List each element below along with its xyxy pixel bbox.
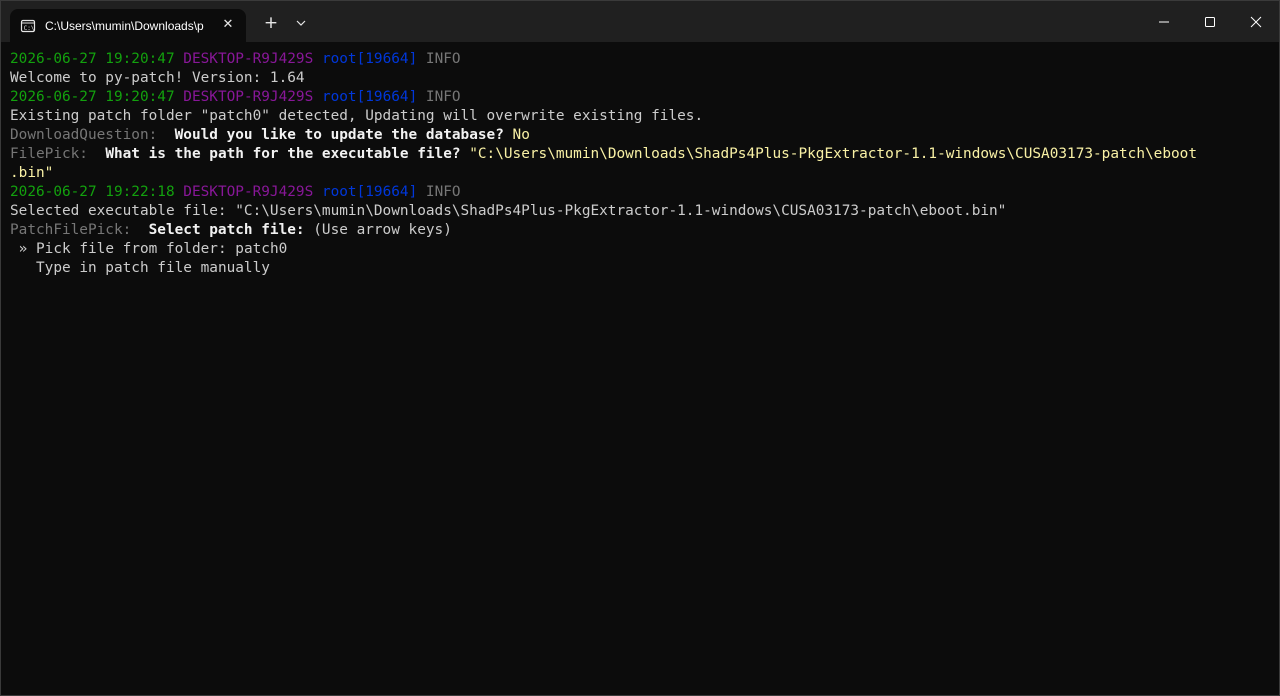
log-date: 2026-06-27 19:20:47 [10, 89, 175, 105]
log-level: INFO [425, 184, 461, 200]
prompt-name: DownloadQuestion: [10, 127, 158, 143]
terminal-icon: C:\ [20, 19, 36, 32]
log-date: 2026-06-27 19:22:18 [10, 184, 175, 200]
log-process: root[19664] [321, 89, 418, 105]
log-host: DESKTOP-R9J429S [183, 184, 314, 200]
minimize-icon [1159, 21, 1169, 22]
prompt-answer: "C:\Users\mumin\Downloads\ShadPs4Plus-Pk… [469, 146, 1197, 162]
chevron-down-icon[interactable] [292, 14, 310, 32]
log-host: DESKTOP-R9J429S [183, 51, 314, 67]
log-header-line: 2026-06-27 19:20:47 DESKTOP-R9J429S root… [10, 88, 1272, 107]
log-level: INFO [425, 89, 461, 105]
minimize-button[interactable] [1141, 1, 1187, 42]
terminal-output[interactable]: 2026-06-27 19:20:47 DESKTOP-R9J429S root… [10, 50, 1272, 278]
patch-file-pick-line: PatchFilePick: Select patch file: (Use a… [10, 221, 1272, 240]
prompt-question: Would you like to update the database? [174, 127, 504, 143]
prompt-name: FilePick: [10, 146, 88, 162]
existing-folder-line: Existing patch folder "patch0" detected,… [10, 108, 704, 124]
filepick-answer-wrap: .bin" [10, 165, 54, 181]
tab-title: C:\Users\mumin\Downloads\p [45, 18, 204, 33]
new-tab-button[interactable]: + [261, 13, 281, 33]
log-header-line: 2026-06-27 19:22:18 DESKTOP-R9J429S root… [10, 183, 1272, 202]
download-question-line: DownloadQuestion: Would you like to upda… [10, 126, 1272, 145]
selection-marker: » [18, 241, 28, 257]
filepick-line: FilePick: What is the path for the execu… [10, 145, 1272, 164]
tab-terminal[interactable]: C:\ C:\Users\mumin\Downloads\p ✕ [10, 9, 246, 42]
menu-option-pick-folder[interactable]: » Pick file from folder: patch0 [10, 240, 1272, 259]
welcome-line: Welcome to py-patch! Version: 1.64 [10, 70, 305, 86]
option-label: Pick file from folder: patch0 [36, 241, 288, 257]
log-date: 2026-06-27 19:20:47 [10, 51, 175, 67]
title-bar: C:\ C:\Users\mumin\Downloads\p ✕ + [1, 1, 1279, 42]
prompt-answer: No [512, 127, 530, 143]
maximize-button[interactable] [1187, 1, 1233, 42]
close-window-button[interactable] [1233, 1, 1279, 42]
close-tab-icon[interactable]: ✕ [220, 17, 236, 33]
svg-text:C:\: C:\ [24, 24, 35, 31]
option-label: Type in patch file manually [36, 260, 270, 276]
menu-option-type-manually[interactable]: Type in patch file manually [10, 259, 1272, 278]
prompt-hint: (Use arrow keys) [313, 222, 452, 238]
prompt-question: What is the path for the executable file… [105, 146, 461, 162]
terminal-window: C:\ C:\Users\mumin\Downloads\p ✕ + 2026-… [0, 0, 1280, 696]
maximize-icon [1205, 16, 1215, 27]
selected-file-line: Selected executable file: "C:\Users\mumi… [10, 203, 1007, 219]
close-icon [1250, 16, 1262, 27]
log-header-line: 2026-06-27 19:20:47 DESKTOP-R9J429S root… [10, 50, 1272, 69]
log-level: INFO [425, 51, 461, 67]
log-process: root[19664] [321, 184, 418, 200]
prompt-question: Select patch file: [148, 222, 305, 238]
log-process: root[19664] [321, 51, 418, 67]
log-host: DESKTOP-R9J429S [183, 89, 314, 105]
prompt-name: PatchFilePick: [10, 222, 132, 238]
